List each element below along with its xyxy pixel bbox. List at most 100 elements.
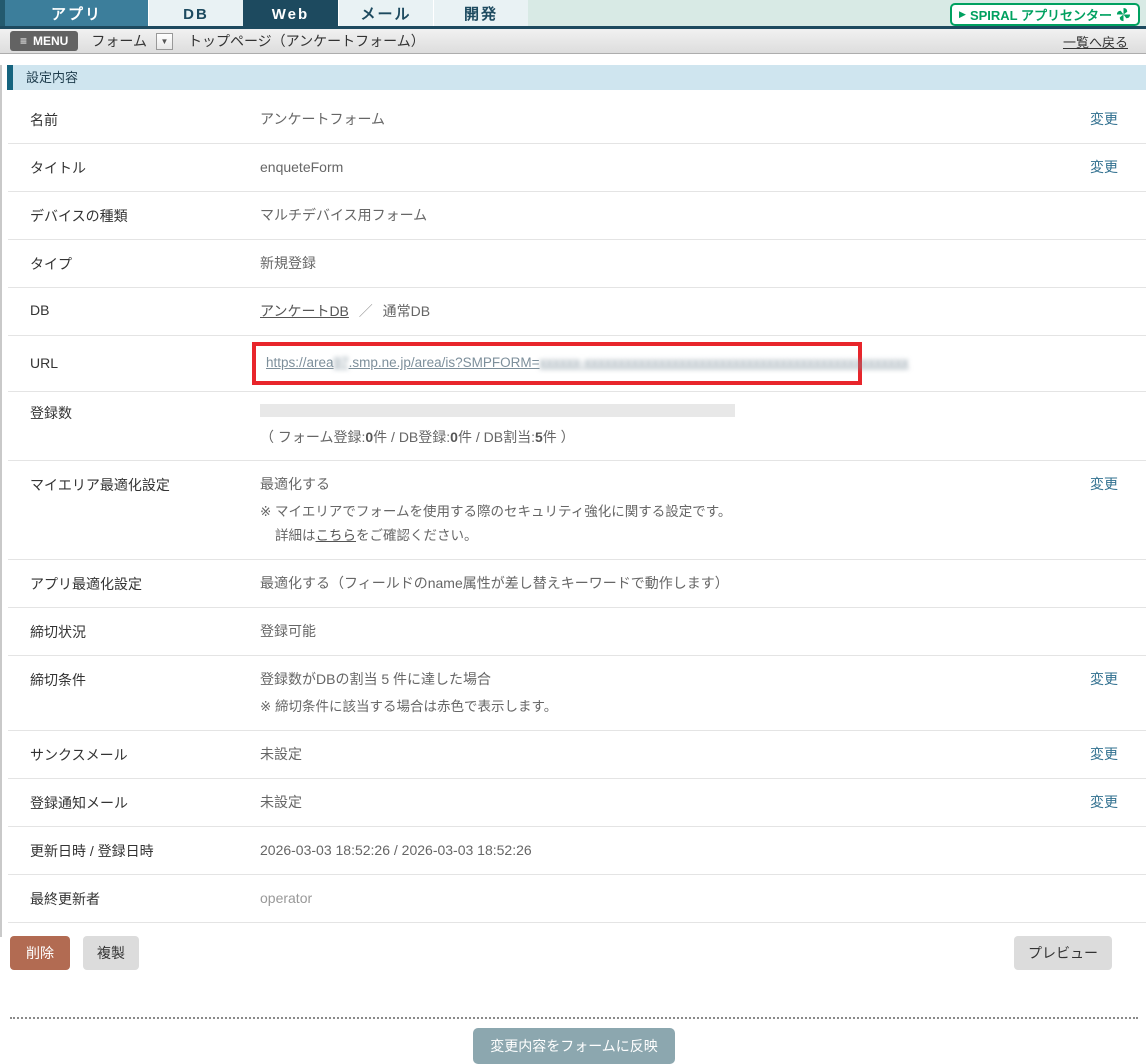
breadcrumb: トップページ（アンケートフォーム） [187, 33, 425, 49]
back-to-list-link[interactable]: 一覧へ戻る [1063, 32, 1128, 51]
section-header: 設定内容 [7, 65, 1146, 90]
counts-text: 件 / DB割当: [457, 429, 535, 446]
row-value: operator [260, 890, 313, 906]
caret-right-icon: ▶ [959, 9, 966, 19]
row-type: タイプ 新規登録 [8, 240, 1146, 288]
db-link[interactable]: アンケートDB [260, 303, 349, 319]
row-last-updater: 最終更新者 operator [8, 875, 1146, 923]
row-label: URL [30, 355, 59, 371]
row-app-optimization: アプリ最適化設定 最適化する（フィールドのname属性が差し替えキーワードで動作… [8, 560, 1146, 608]
row-device-type: デバイスの種類 マルチデバイス用フォーム [8, 192, 1146, 240]
form-url-link[interactable]: https://area97.smp.ne.jp/area/is?SMPFORM… [266, 355, 909, 370]
url-text: .smp.ne.jp/area/is?SMPFORM= [348, 355, 540, 370]
menu-button[interactable]: ≡ MENU [10, 31, 79, 51]
row-value: アンケートDB ／ 通常DB [260, 301, 1054, 322]
preview-button[interactable]: プレビュー [1014, 936, 1112, 970]
note-text: をご確認ください。 [356, 527, 478, 543]
menu-bar: ≡ MENU フォーム ▼ トップページ（アンケートフォーム） 一覧へ戻る [0, 29, 1146, 54]
row-label: 更新日時 / 登録日時 [30, 843, 154, 859]
change-link[interactable]: 変更 [1090, 746, 1118, 762]
tab-web[interactable]: Web [243, 0, 338, 26]
row-title: タイトル enqueteForm 変更 [8, 144, 1146, 192]
row-value: 最適化する ※ マイエリアでフォームを使用する際のセキュリティ強化に関する設定で… [260, 474, 1054, 546]
row-value: マルチデバイス用フォーム [260, 207, 428, 223]
delete-button[interactable]: 削除 [10, 936, 70, 970]
row-notification-mail: 登録通知メール 未設定 変更 [8, 779, 1146, 827]
change-link[interactable]: 変更 [1090, 794, 1118, 810]
dotted-divider [10, 1017, 1138, 1019]
row-label: アプリ最適化設定 [30, 575, 142, 592]
db-count-value: 0 [450, 429, 458, 446]
myarea-note: ※ マイエリアでフォームを使用する際のセキュリティ強化に関する設定です。 [260, 504, 732, 520]
row-value: enqueteForm [260, 159, 344, 175]
row-label: 締切条件 [30, 671, 86, 688]
row-value: 2026-03-03 18:52:26 / 2026-03-03 18:52:2… [260, 842, 532, 858]
db-quota-value: 5 [534, 429, 543, 446]
tab-dev[interactable]: 開発 [433, 0, 528, 26]
tab-db[interactable]: DB [148, 0, 243, 26]
note-text: 詳細は [275, 527, 316, 543]
row-value: 登録可能 [260, 622, 316, 639]
registration-progress-bar [260, 404, 735, 418]
row-label: 最終更新者 [30, 891, 100, 907]
row-myarea-optimization: マイエリア最適化設定 最適化する ※ マイエリアでフォームを使用する際のセキュリ… [8, 461, 1146, 560]
registration-counts: （ フォーム登録:0件 / DB登録:0件 / DB割当:5件 ） [260, 427, 1054, 448]
chevron-down-icon: ▼ [160, 36, 169, 46]
url-masked-segment: xxxxxx-xxxxxxxxxxxxxxxxxxxxxxxxxxxxxxxxx… [539, 355, 909, 370]
apply-changes-button[interactable]: 変更内容をフォームに反映 [473, 1028, 675, 1064]
detail-here-link[interactable]: こちら [316, 528, 357, 543]
spiral-app-center-button[interactable]: ▶ SPIRAL アプリセンター [950, 3, 1140, 26]
counts-text: 件 / DB登録: [373, 429, 451, 446]
tab-app[interactable]: アプリ [5, 0, 148, 26]
row-label: 登録数 [30, 405, 72, 422]
row-deadline-status: 締切状況 登録可能 [8, 608, 1146, 656]
row-value: 未設定 [260, 794, 302, 810]
form-nav-label: フォーム [91, 33, 147, 49]
change-link[interactable]: 変更 [1090, 476, 1118, 492]
row-label: マイエリア最適化設定 [30, 477, 170, 494]
change-link[interactable]: 変更 [1090, 111, 1118, 127]
menu-button-label: MENU [33, 34, 69, 48]
row-value: 新規登録 [260, 255, 316, 271]
counts-text: 件 ） [542, 429, 575, 446]
myarea-setting-value: 最適化する [260, 476, 330, 493]
deadline-condition-value: 登録数がDBの割当 5 件に達した場合 [260, 670, 492, 687]
row-value: 未設定 [260, 746, 302, 762]
duplicate-button[interactable]: 複製 [83, 936, 139, 970]
row-label: 名前 [30, 112, 58, 128]
action-bar: 削除 複製 プレビュー [10, 936, 1140, 970]
row-value: （ フォーム登録:0件 / DB登録:0件 / DB割当:5件 ） [260, 402, 1054, 448]
url-masked-segment: 97 [333, 355, 349, 370]
form-dropdown-button[interactable]: ▼ [155, 32, 173, 50]
spiral-pinwheel-icon [1116, 7, 1131, 22]
url-highlight-box: https://area97.smp.ne.jp/area/is?SMPFORM… [252, 342, 909, 386]
apply-section: 変更内容をフォームに反映 [2, 1028, 1146, 1064]
row-label: 登録通知メール [30, 795, 128, 811]
change-link[interactable]: 変更 [1090, 671, 1118, 687]
tab-mail[interactable]: メール [338, 0, 433, 26]
row-thanks-mail: サンクスメール 未設定 変更 [8, 731, 1146, 779]
form-count-value: 0 [365, 429, 374, 446]
counts-text: （ フォーム登録: [260, 429, 366, 446]
row-value: アンケートフォーム [260, 111, 386, 127]
row-url: URL https://area97.smp.ne.jp/area/is?SMP… [8, 336, 1146, 393]
myarea-detail-note: 詳細はこちらをご確認ください。 [260, 526, 1054, 546]
row-label: タイプ [30, 256, 72, 272]
spiral-app-center-label: SPIRAL アプリセンター [969, 8, 1112, 23]
row-dates: 更新日時 / 登録日時 2026-03-03 18:52:26 / 2026-0… [8, 827, 1146, 875]
change-link[interactable]: 変更 [1090, 159, 1118, 175]
top-tab-bar: アプリ DB Web メール 開発 ▶ SPIRAL アプリセンター [0, 0, 1146, 29]
row-deadline-condition: 締切条件 登録数がDBの割当 5 件に達した場合 ※ 締切条件に該当する場合は赤… [8, 656, 1146, 731]
deadline-condition-note: ※ 締切条件に該当する場合は赤色で表示します。 [260, 698, 558, 714]
row-value: 最適化する（フィールドのname属性が差し替えキーワードで動作します） [260, 574, 729, 591]
hamburger-icon: ≡ [20, 34, 28, 48]
row-db: DB アンケートDB ／ 通常DB [8, 288, 1146, 336]
db-separator: ／ [358, 303, 373, 319]
url-text: https://area [266, 355, 334, 370]
settings-table: 名前 アンケートフォーム 変更 タイトル enqueteForm 変更 デバイス… [8, 96, 1146, 923]
db-kind: 通常DB [382, 303, 431, 319]
row-label: DB [30, 302, 50, 318]
row-name: 名前 アンケートフォーム 変更 [8, 96, 1146, 144]
row-value: 登録数がDBの割当 5 件に達した場合 ※ 締切条件に該当する場合は赤色で表示し… [260, 669, 1054, 717]
row-value: https://area97.smp.ne.jp/area/is?SMPFORM… [252, 342, 1054, 386]
